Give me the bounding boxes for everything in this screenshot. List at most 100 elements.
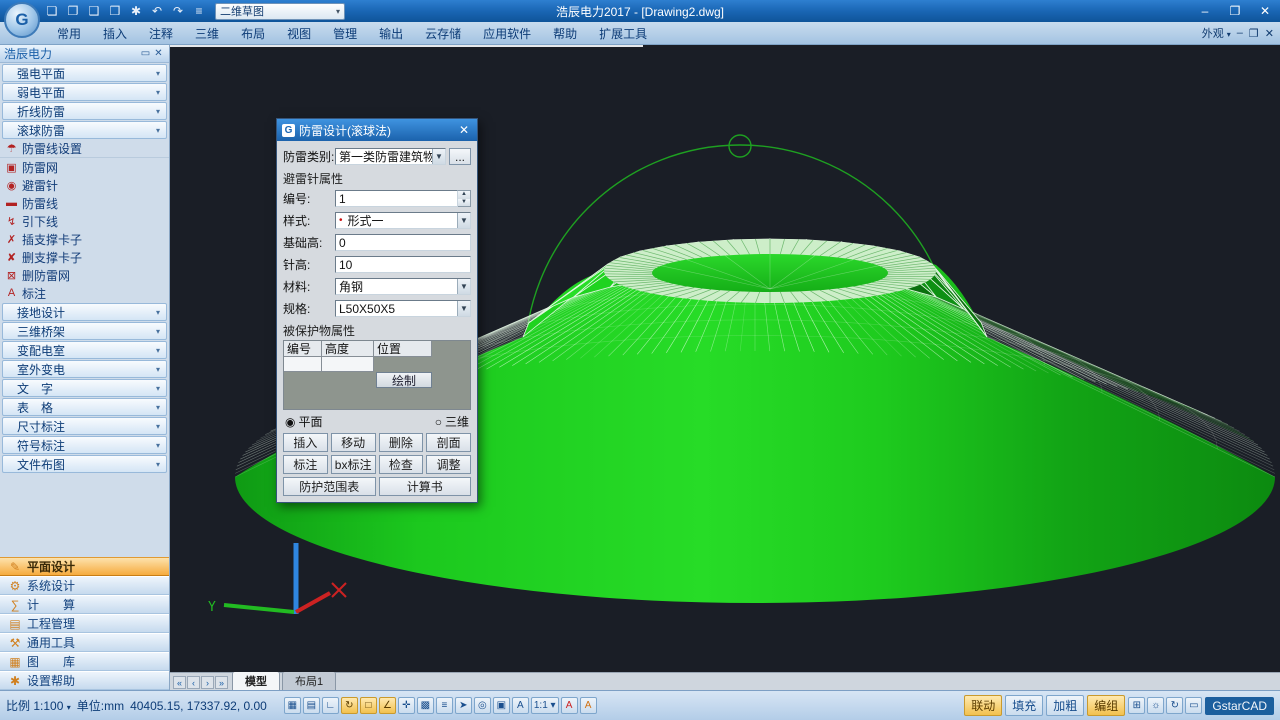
- qat-icon[interactable]: ≡: [191, 3, 207, 19]
- qat-icon[interactable]: ❐: [65, 3, 81, 19]
- mode-button[interactable]: ✱设置帮助: [0, 671, 169, 690]
- qat-icon[interactable]: ✱: [128, 3, 144, 19]
- palette-tool[interactable]: ✗插支撑卡子: [0, 230, 169, 248]
- number-spinner[interactable]: ▲▼: [458, 190, 471, 207]
- status-icon[interactable]: A: [580, 697, 597, 714]
- ribbon-tab[interactable]: 帮助: [542, 22, 588, 45]
- status-icon[interactable]: ↻: [1166, 697, 1183, 714]
- ribbon-tab[interactable]: 布局: [230, 22, 276, 45]
- more-button[interactable]: ...: [449, 148, 471, 165]
- qat-icon[interactable]: ↶: [149, 3, 165, 19]
- palette-group[interactable]: 符号标注▾: [2, 436, 167, 454]
- palette-tool[interactable]: ↯引下线: [0, 212, 169, 230]
- status-toggle[interactable]: 加粗: [1046, 695, 1084, 716]
- appearance-menu[interactable]: 外观 ▾: [1202, 25, 1231, 41]
- mode-button[interactable]: ⚙系统设计: [0, 576, 169, 595]
- close-button[interactable]: ✕: [1250, 1, 1280, 21]
- status-icon[interactable]: 1:1 ▾: [531, 697, 559, 714]
- mode-button[interactable]: ∑计 算: [0, 595, 169, 614]
- ribbon-tab[interactable]: 应用软件: [472, 22, 542, 45]
- close-icon[interactable]: ✕: [152, 48, 165, 59]
- status-icon[interactable]: ▩: [417, 697, 434, 714]
- status-icon[interactable]: ▣: [493, 697, 510, 714]
- mode-button[interactable]: ▤工程管理: [0, 614, 169, 633]
- dialog-button[interactable]: 检查: [379, 455, 424, 474]
- status-icon[interactable]: ∠: [379, 697, 396, 714]
- doc-close-button[interactable]: ✕: [1265, 27, 1274, 40]
- maximize-button[interactable]: ❐: [1220, 1, 1250, 21]
- rod-height-input[interactable]: 10: [335, 256, 471, 273]
- status-icon[interactable]: ↻: [341, 697, 358, 714]
- palette-group[interactable]: 滚球防雷▾: [2, 121, 167, 139]
- palette-tool[interactable]: ▬防雷线: [0, 194, 169, 212]
- qat-icon[interactable]: ❑: [86, 3, 102, 19]
- lightning-line-settings[interactable]: ☂ 防雷线设置: [0, 140, 169, 158]
- mode-button[interactable]: ✎平面设计: [0, 557, 169, 576]
- status-icon[interactable]: ▦: [284, 697, 301, 714]
- sheet-tab[interactable]: 布局1: [282, 671, 336, 690]
- ribbon-tab[interactable]: 插入: [92, 22, 138, 45]
- ribbon-tab[interactable]: 扩展工具: [588, 22, 658, 45]
- base-height-input[interactable]: 0: [335, 234, 471, 251]
- status-icon[interactable]: ≡: [436, 697, 453, 714]
- material-dropdown[interactable]: 角钢▼: [335, 278, 471, 295]
- dialog-close-icon[interactable]: ✕: [456, 123, 472, 137]
- status-icon[interactable]: ☼: [1147, 697, 1164, 714]
- status-toggle[interactable]: 编组: [1087, 695, 1125, 716]
- qat-icon[interactable]: ❏: [44, 3, 60, 19]
- spec-dropdown[interactable]: L50X50X5▼: [335, 300, 471, 317]
- dialog-button[interactable]: 调整: [426, 455, 471, 474]
- palette-group[interactable]: 三维桥架▾: [2, 322, 167, 340]
- draw-button[interactable]: 绘制: [376, 372, 432, 388]
- palette-group[interactable]: 尺寸标注▾: [2, 417, 167, 435]
- dialog-button[interactable]: 删除: [379, 433, 424, 452]
- palette-group[interactable]: 变配电室▾: [2, 341, 167, 359]
- status-icon[interactable]: ∟: [322, 697, 339, 714]
- mode-button[interactable]: ▦图 库: [0, 652, 169, 671]
- status-icon[interactable]: ➤: [455, 697, 472, 714]
- palette-group[interactable]: 接地设计▾: [2, 303, 167, 321]
- palette-group[interactable]: 文件布图▾: [2, 455, 167, 473]
- ribbon-tab[interactable]: 输出: [368, 22, 414, 45]
- ribbon-tab[interactable]: 视图: [276, 22, 322, 45]
- drawing-canvas[interactable]: Y G 防雷设计(滚球法) ✕ 防雷类别: 第一类防雷建筑物▼ ...: [170, 45, 1280, 672]
- status-icon[interactable]: ◎: [474, 697, 491, 714]
- scale-dropdown[interactable]: 比例 1:100 ▾: [6, 697, 71, 714]
- pin-icon[interactable]: ▭: [139, 48, 152, 59]
- mode-button[interactable]: ⚒通用工具: [0, 633, 169, 652]
- calculation-report-button[interactable]: 计算书: [379, 477, 472, 496]
- status-icon[interactable]: ▤: [303, 697, 320, 714]
- palette-tool[interactable]: ⊠删防雷网: [0, 266, 169, 284]
- status-icon[interactable]: ✛: [398, 697, 415, 714]
- doc-minimize-button[interactable]: –: [1237, 27, 1243, 39]
- ribbon-tab[interactable]: 三维: [184, 22, 230, 45]
- sheet-nav-button[interactable]: «: [173, 676, 186, 689]
- category-dropdown[interactable]: 第一类防雷建筑物▼: [335, 148, 446, 165]
- dialog-title-bar[interactable]: G 防雷设计(滚球法) ✕: [277, 119, 477, 141]
- sheet-nav-button[interactable]: »: [215, 676, 228, 689]
- sheet-tab[interactable]: 模型: [232, 671, 280, 690]
- dialog-button[interactable]: 移动: [331, 433, 376, 452]
- palette-tool[interactable]: ✘删支撑卡子: [0, 248, 169, 266]
- radio-3d[interactable]: ○ 三维: [435, 413, 469, 430]
- status-icon[interactable]: ⊞: [1128, 697, 1145, 714]
- status-toggle[interactable]: 填充: [1005, 695, 1043, 716]
- dialog-button[interactable]: 插入: [283, 433, 328, 452]
- style-dropdown[interactable]: • 形式一▼: [335, 212, 471, 229]
- status-toggle[interactable]: 联动: [964, 695, 1002, 716]
- dialog-button[interactable]: 标注: [283, 455, 328, 474]
- palette-group[interactable]: 弱电平面▾: [2, 83, 167, 101]
- ribbon-tab[interactable]: 注释: [138, 22, 184, 45]
- number-input[interactable]: 1: [335, 190, 458, 207]
- sheet-nav-button[interactable]: ‹: [187, 676, 200, 689]
- palette-tool[interactable]: ◉避雷针: [0, 176, 169, 194]
- protection-range-table-button[interactable]: 防护范围表: [283, 477, 376, 496]
- palette-group[interactable]: 强电平面▾: [2, 64, 167, 82]
- sheet-nav-button[interactable]: ›: [201, 676, 214, 689]
- dialog-button[interactable]: bx标注: [331, 455, 376, 474]
- radio-plane[interactable]: ◉ 平面: [285, 413, 323, 430]
- minimize-button[interactable]: –: [1190, 1, 1220, 21]
- palette-group[interactable]: 室外变电▾: [2, 360, 167, 378]
- status-icon[interactable]: □: [360, 697, 377, 714]
- app-logo[interactable]: G: [4, 2, 40, 38]
